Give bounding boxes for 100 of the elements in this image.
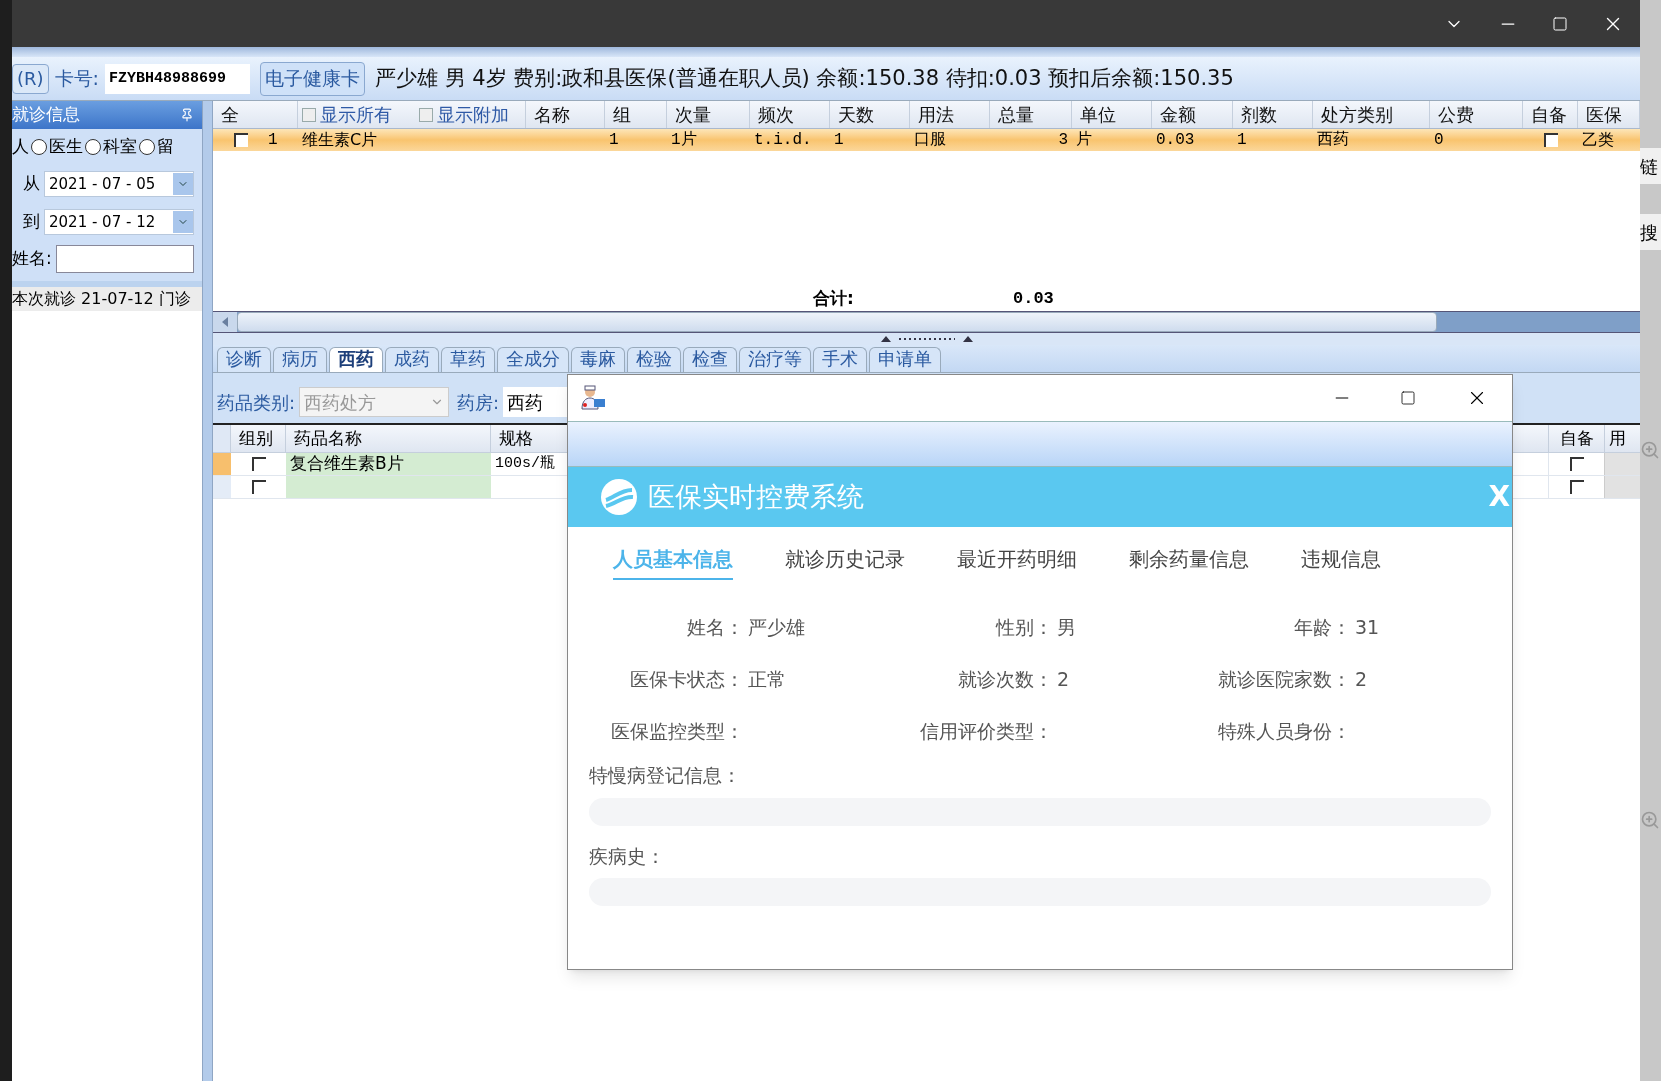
pin-icon[interactable] xyxy=(180,108,194,122)
dialog-tab[interactable]: 就诊历史记录 xyxy=(785,544,905,580)
tab[interactable]: 病历 xyxy=(273,347,327,372)
maximize-icon[interactable] xyxy=(1552,15,1568,32)
tab[interactable]: 草药 xyxy=(441,347,495,372)
column-header: 自备 xyxy=(1548,425,1604,452)
card-number-label: 卡号: xyxy=(54,66,99,92)
date-label: 从 xyxy=(22,172,40,196)
column-header: 名称 xyxy=(525,101,578,128)
table-cell: 复合维生素B片 xyxy=(286,453,491,475)
field-value: 正常 xyxy=(747,666,786,692)
tab[interactable]: 诊断 xyxy=(217,347,271,372)
tab[interactable]: 检验 xyxy=(627,347,681,372)
show-option-checkbox[interactable]: 显示所有 xyxy=(298,101,415,128)
field-label: 特殊人员身份： xyxy=(1217,718,1351,744)
table-cell-text: 片 xyxy=(1075,130,1093,151)
field-label: 就诊次数： xyxy=(957,666,1053,692)
tab[interactable]: 成药 xyxy=(385,347,439,372)
dialog-tab[interactable]: 最近开药明细 xyxy=(957,544,1077,580)
table-row[interactable]: 1 维生素C片 1 1片 t.i.d. 1 口服 3 片 0.03 1 西药 0 乙类 xyxy=(213,129,1640,151)
field-value: 2 xyxy=(1056,666,1070,692)
horizontal-scrollbar[interactable] xyxy=(213,311,1640,333)
checkbox[interactable] xyxy=(1543,133,1558,147)
dialog-tab[interactable]: 违规信息 xyxy=(1301,544,1381,580)
visit-item[interactable]: 本次就诊 21-07-12 门诊 xyxy=(12,287,202,311)
section-label: 疾病史： xyxy=(589,843,666,869)
column-header: 自备 xyxy=(1530,103,1568,127)
table-cell-text: 0 xyxy=(1433,130,1445,151)
table-cell-text: 1片 xyxy=(670,130,698,151)
tab[interactable]: 西药 xyxy=(329,347,383,372)
dialog-tab[interactable]: 剩余药量信息 xyxy=(1129,544,1249,580)
table-cell-text: 西药 xyxy=(1316,129,1350,151)
field-label: 医保监控类型： xyxy=(610,718,744,744)
tab[interactable]: 毒麻 xyxy=(571,347,625,372)
radio-option[interactable]: 留 xyxy=(139,134,174,160)
table-cell-text: 3 xyxy=(1057,130,1069,151)
pharmacy-label: 药房: xyxy=(457,390,500,415)
column-header: 公费 xyxy=(1437,103,1475,127)
field-value: 男 xyxy=(1056,614,1076,640)
date-label: 到 xyxy=(22,210,40,234)
field-label: 信用评价类型： xyxy=(919,718,1053,744)
health-card-button[interactable]: 电子健康卡 xyxy=(259,61,365,96)
date-picker[interactable]: 2021 - 07 - 12 xyxy=(44,209,194,235)
tab[interactable]: 检查 xyxy=(683,347,737,372)
table-cell-text: 1 xyxy=(1236,130,1248,151)
field-label: 就诊医院家数： xyxy=(1217,666,1351,692)
checkbox[interactable] xyxy=(233,133,248,147)
column-header: 单位 xyxy=(1079,103,1117,127)
column-header: 金额 xyxy=(1159,103,1197,127)
logo-icon xyxy=(600,478,638,516)
column-header: 全 xyxy=(220,103,240,127)
column-header: 总量 xyxy=(997,103,1035,127)
table-cell-text: 维生素C片 xyxy=(301,129,379,151)
scroll-left-icon[interactable] xyxy=(221,317,229,327)
name-input-field[interactable] xyxy=(55,245,194,273)
dialog-title: 医保实时控费系统 xyxy=(648,479,864,514)
column-header: 医保 xyxy=(1585,103,1623,127)
field-label: 医保卡状态： xyxy=(629,666,744,692)
tab[interactable]: 全成分 xyxy=(497,347,569,372)
side-label: 链 xyxy=(1640,148,1661,184)
side-label: 搜 xyxy=(1640,214,1661,250)
card-button[interactable]: (R) xyxy=(12,63,49,94)
field-value: 31 xyxy=(1354,614,1380,640)
column-header: 处方类别 xyxy=(1320,103,1394,127)
column-header: 组 xyxy=(612,103,632,127)
table-cell-text: 1 xyxy=(608,130,620,151)
column-header: 组别 xyxy=(231,425,286,452)
card-number-field[interactable]: FZYBH48988699 xyxy=(104,63,250,94)
total-label: 合计: xyxy=(813,286,855,310)
name-label: 姓名: xyxy=(12,247,52,271)
tab[interactable]: 申请单 xyxy=(869,347,941,372)
patient-info: 严少雄 男 4岁 费别:政和县医保(普通在职人员) 余额:150.38 待扣:0.03 预扣后余额:150.35 xyxy=(374,64,1234,92)
table-cell-text: 1 xyxy=(833,130,845,151)
show-option-checkbox[interactable]: 显示附加 xyxy=(415,101,525,128)
maximize-icon[interactable] xyxy=(1400,390,1416,406)
total-value: 0.03 xyxy=(1013,287,1054,310)
filter-label: 人 xyxy=(12,135,29,159)
column-header: 药品名称 xyxy=(286,425,491,452)
field-label: 姓名： xyxy=(686,614,744,640)
tab[interactable]: 治疗等 xyxy=(739,347,811,372)
table-cell-text: 100s/瓶 xyxy=(495,453,555,474)
tab[interactable]: 手术 xyxy=(813,347,867,372)
table-cell-text: 口服 xyxy=(913,130,947,151)
table-cell-text: 0.03 xyxy=(1155,130,1196,151)
section-label: 特慢病登记信息： xyxy=(589,763,742,788)
radio-option[interactable]: 科室 xyxy=(85,134,137,160)
field-value: 严少雄 xyxy=(747,614,805,640)
column-header: 次量 xyxy=(674,103,712,127)
column-header: 剂数 xyxy=(1240,103,1278,127)
column-header: 频次 xyxy=(757,103,795,127)
table-cell-text: t.i.d. xyxy=(753,130,813,151)
column-header: 用法 xyxy=(917,103,955,127)
row-number: 1 xyxy=(268,130,278,151)
table-cell-text: 乙类 xyxy=(1581,129,1615,151)
category-label: 药品类别: xyxy=(217,390,296,415)
panel-title: 就诊信息 xyxy=(12,103,80,127)
field-value: 2 xyxy=(1354,666,1368,692)
user-computer-icon xyxy=(580,385,606,411)
radio-option[interactable]: 医生 xyxy=(31,134,83,160)
date-picker[interactable]: 2021 - 07 - 05 xyxy=(44,171,194,197)
